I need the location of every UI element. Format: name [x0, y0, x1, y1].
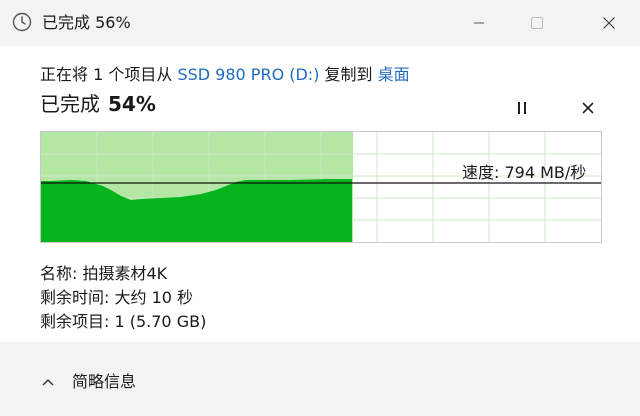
copy-description: 正在将 1 个项目从 SSD 980 PRO (D:) 复制到 桌面 [40, 64, 410, 86]
maximize-button[interactable] [514, 0, 560, 46]
progress-heading: 已完成 54% [40, 90, 156, 118]
details-panel: 名称: 拍摄素材4K 剩余时间: 大约 10 秒 剩余项目: 1 (5.70 G… [40, 262, 206, 334]
speed-graph [40, 131, 602, 243]
source-link[interactable]: SSD 980 PRO (D:) [177, 65, 319, 84]
window-title: 已完成 56% [42, 13, 131, 32]
copy-dialog-body: 正在将 1 个项目从 SSD 980 PRO (D:) 复制到 桌面 已完成 54… [0, 46, 640, 416]
maximize-icon [531, 17, 543, 29]
pause-button[interactable] [506, 96, 538, 120]
cancel-button[interactable] [572, 96, 604, 120]
speed-graph-canvas [41, 132, 601, 242]
close-icon [603, 17, 615, 29]
minimize-button[interactable] [456, 0, 502, 46]
chevron-up-icon [42, 379, 54, 386]
pause-icon [518, 102, 526, 114]
copy-middle: 复制到 [319, 65, 378, 84]
toggle-label: 简略信息 [72, 372, 137, 391]
clock-icon [12, 12, 32, 32]
speed-readout: 速度: 794 MB/秒 [462, 163, 587, 182]
title-bar: 已完成 56% [0, 0, 640, 46]
destination-link[interactable]: 桌面 [378, 65, 410, 84]
minimize-icon [474, 22, 484, 24]
items-remaining: 剩余项目: 1 (5.70 GB) [40, 312, 207, 331]
time-remaining: 剩余时间: 大约 10 秒 [40, 288, 194, 307]
footer-bar: 简略信息 [0, 342, 640, 416]
progress-label: 已完成 [40, 92, 100, 116]
fewer-details-toggle[interactable]: 简略信息 [40, 370, 136, 394]
copy-prefix: 正在将 1 个项目从 [40, 65, 178, 84]
file-name: 名称: 拍摄素材4K [40, 264, 168, 283]
close-button[interactable] [586, 0, 632, 46]
progress-percent: 54% [108, 92, 156, 116]
cancel-icon [582, 102, 594, 114]
